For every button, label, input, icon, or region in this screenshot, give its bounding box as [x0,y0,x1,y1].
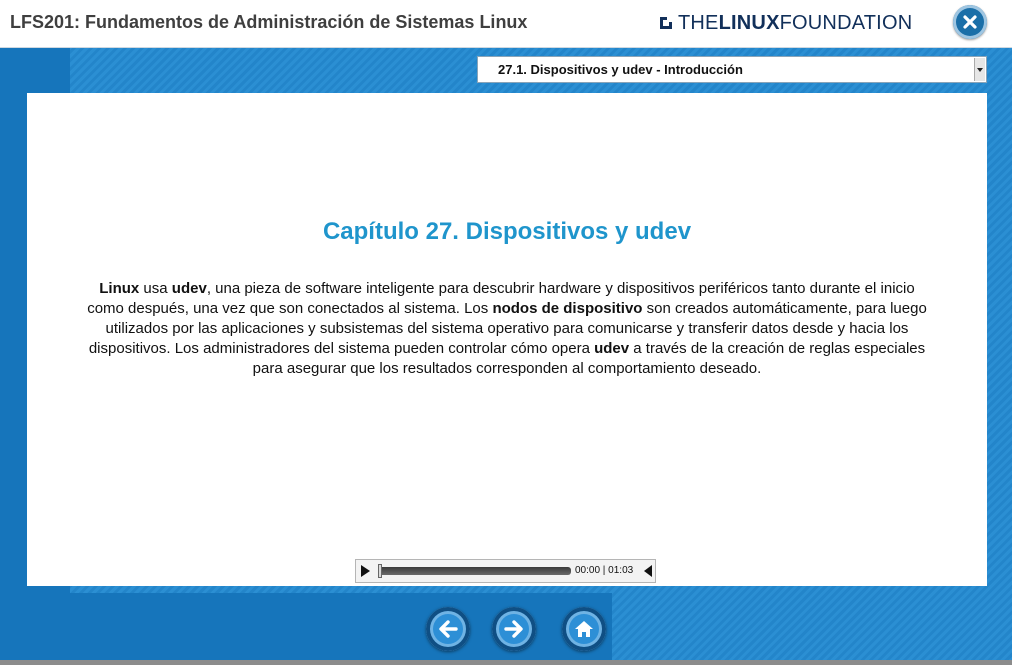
arrow-right-icon [504,620,523,638]
forward-button[interactable] [492,607,536,651]
linux-foundation-logo: THELINUXFOUNDATION [660,10,912,36]
content-panel: Capítulo 27. Dispositivos y udev Linux u… [27,93,987,586]
chevron-down-icon[interactable] [974,58,985,81]
chapter-title: Capítulo 27. Dispositivos y udev [322,218,692,245]
topic-select-value: 27.1. Dispositivos y udev - Introducción [498,62,743,77]
audio-progress-thumb[interactable] [378,564,382,578]
volume-icon[interactable] [644,565,652,577]
home-icon [575,621,593,637]
close-button[interactable] [953,5,987,39]
header-bar: LFS201: Fundamentos de Administración de… [0,0,1012,48]
logo-mark-icon [660,17,672,29]
home-button[interactable] [562,607,606,651]
close-icon [963,15,977,29]
audio-progress-bar[interactable] [378,564,571,578]
topic-select[interactable]: 27.1. Dispositivos y udev - Introducción [477,56,987,83]
play-icon[interactable] [361,565,370,577]
chapter-intro-text: Linux usa udev, una pieza de software in… [87,280,927,377]
audio-time: 00:00 | 01:03 [575,565,634,576]
app-title: LFS201: Fundamentos de Administración de… [10,12,528,32]
audio-player: 00:00 | 01:03 [355,559,656,583]
arrow-left-icon [439,620,458,638]
back-button[interactable] [426,607,470,651]
background-bottom-line [0,660,1012,665]
